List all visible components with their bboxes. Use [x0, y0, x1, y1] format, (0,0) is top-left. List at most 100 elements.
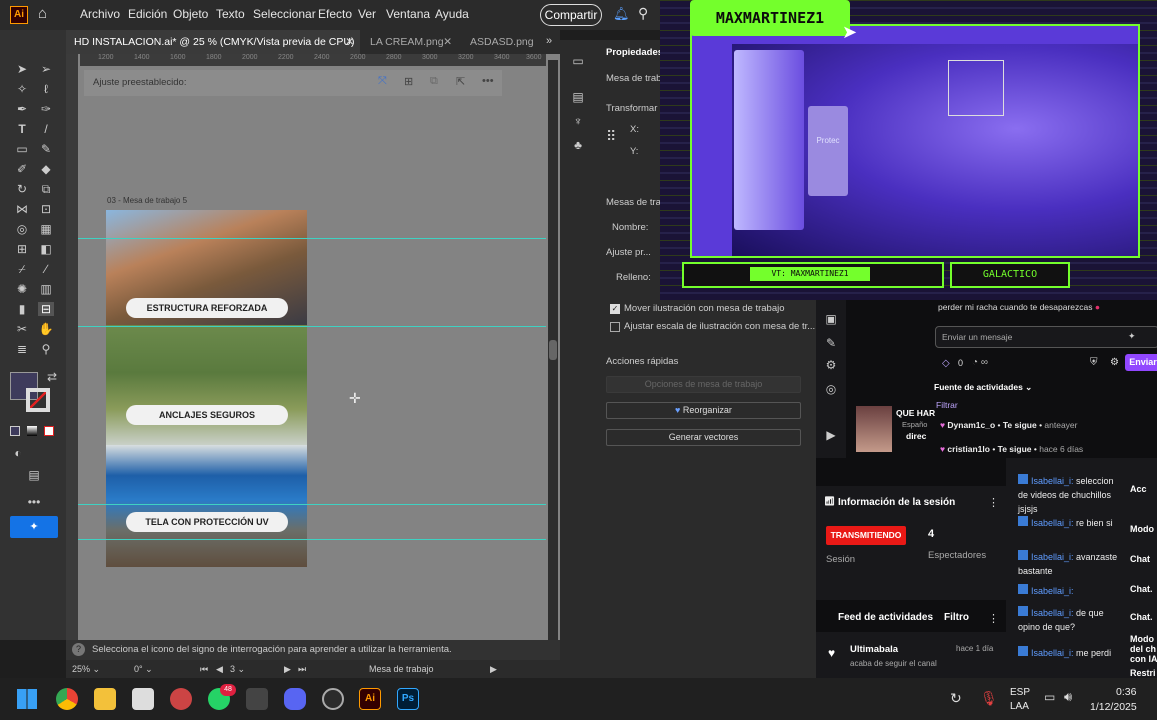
volume-icon[interactable]: 🔊︎ [1064, 689, 1072, 705]
chat-input[interactable]: Enviar un mensaje ✦ [935, 326, 1157, 348]
line-tool-icon[interactable]: / [38, 122, 54, 136]
hand-tool-icon[interactable]: ✋ [38, 322, 54, 336]
pen-tool-icon[interactable]: ✒ [14, 102, 30, 116]
chat-message[interactable]: Isabellai_i: [1018, 584, 1118, 598]
mod-option[interactable]: Chat. [1130, 612, 1157, 622]
menu-ventana[interactable]: Ventana [386, 7, 430, 21]
properties-title[interactable]: Propiedades [606, 47, 663, 58]
mod-option[interactable]: Chat. [1130, 584, 1157, 594]
stroke-swatch[interactable] [26, 388, 50, 412]
chat-message[interactable]: Isabellai_i: avanzaste bastante [1018, 550, 1118, 578]
menu-archivo[interactable]: Archivo [80, 7, 120, 21]
menu-ayuda[interactable]: Ayuda [435, 7, 469, 21]
selection-tool-icon[interactable]: ➤ [14, 62, 30, 76]
notepad-icon[interactable] [132, 688, 154, 710]
menu-ver[interactable]: Ver [358, 7, 376, 21]
scale-artwork-checkbox[interactable] [610, 322, 620, 332]
activity-feed-header[interactable]: Fuente de actividades ⌄ [934, 382, 1032, 393]
zoom-tool-icon[interactable]: ⚲ [38, 342, 54, 356]
more-icon[interactable]: ⋮ [988, 496, 999, 509]
tab-asdasd[interactable]: ASDASD.png [462, 30, 542, 54]
lang-variant[interactable]: LAA [1010, 701, 1029, 712]
feed-filter[interactable]: Filtro [944, 612, 969, 623]
libraries-icon[interactable]: ▤ [570, 90, 586, 104]
export-icon[interactable]: ⇱ [456, 75, 465, 88]
scroll-thumb[interactable] [549, 340, 557, 360]
chrome-icon[interactable] [56, 688, 78, 710]
magic-wand-icon[interactable]: ✧ [14, 82, 30, 96]
clock-time[interactable]: 0:36 [1116, 686, 1136, 698]
calculator-icon[interactable] [246, 688, 268, 710]
magic-icon[interactable]: ✦ [1128, 331, 1136, 342]
zoom-select[interactable]: 25% ⌄ [72, 660, 100, 678]
width-tool-icon[interactable]: ⋈ [14, 202, 30, 216]
guide-line[interactable] [78, 504, 546, 505]
canvas-scrollbar[interactable] [548, 60, 558, 640]
rectangle-tool-icon[interactable]: ▭ [14, 142, 30, 156]
color-mode-icons[interactable] [10, 426, 58, 438]
direct-selection-tool-icon[interactable]: ➢ [38, 62, 54, 76]
compass-icon[interactable]: ◎ [823, 382, 839, 396]
rotate-icon[interactable]: ↻ [14, 182, 30, 196]
close-icon[interactable]: ✕ [345, 30, 354, 54]
symbols-icon[interactable]: ♣ [570, 138, 586, 152]
clock-date[interactable]: 1/12/2025 [1090, 701, 1137, 713]
mod-option[interactable]: Acc [1130, 484, 1157, 494]
puppet-icon[interactable]: ♆ [570, 114, 586, 128]
screen-mode-icon[interactable]: ▤ [26, 468, 42, 482]
send-button[interactable]: Enviar [1125, 354, 1157, 371]
eraser-icon[interactable]: ◆ [38, 162, 54, 176]
share-button[interactable]: Compartir [540, 4, 602, 26]
align-icon[interactable]: ≣ [14, 342, 30, 356]
page-select[interactable]: 3 ⌄ [230, 660, 245, 678]
move-artwork-checkbox[interactable]: ✓ [610, 304, 620, 314]
chat-message[interactable]: Isabellai_i: re bien si [1018, 516, 1118, 530]
pin-icon[interactable]: ✎ [823, 336, 839, 350]
windows-start-icon[interactable] [17, 689, 37, 709]
event-row[interactable]: ♥ cristian1lo • Te sigue • hace 6 días [940, 444, 1083, 454]
rearrange-button[interactable]: ♥ Reorganizar [606, 402, 801, 419]
comments-icon[interactable]: ▭ [570, 54, 586, 68]
menu-seleccionar[interactable]: Seleccionar [253, 7, 316, 21]
more-options-icon[interactable]: ••• [482, 75, 494, 87]
app-icon[interactable] [170, 688, 192, 710]
chat-user[interactable]: Isabellai_i: [1031, 586, 1074, 596]
follower-name[interactable]: Ultimabala [850, 644, 898, 655]
artboard[interactable]: ESTRUCTURA REFORZADA ANCLAJES SEGUROS TE… [106, 210, 307, 567]
obs-icon[interactable] [322, 688, 344, 710]
graph-tool-icon[interactable]: ▥ [38, 282, 54, 296]
guide-line[interactable] [78, 326, 546, 327]
sync-icon[interactable]: ↻ [950, 690, 962, 707]
chat-message[interactable]: Isabellai_i: de que opino de que? [1018, 606, 1118, 634]
bar-graph-icon[interactable]: ▮ [14, 302, 30, 316]
last-page-icon[interactable]: ⏭ [298, 660, 306, 678]
mod-option[interactable]: Modo [1130, 524, 1157, 534]
play-icon[interactable]: ▶ [490, 660, 497, 678]
artboard-label[interactable]: 03 - Mesa de trabajo 5 [107, 196, 187, 205]
artboard-tool-icon[interactable]: ⊟ [38, 302, 54, 316]
event-row[interactable]: ♥ Dynam1c_o • Te sigue • anteayer [940, 420, 1078, 430]
menu-edicion[interactable]: Edición [128, 7, 167, 21]
scale-icon[interactable]: ⧉ [38, 182, 54, 196]
bell-icon[interactable]: 🔔︎ [613, 6, 630, 22]
menu-texto[interactable]: Texto [216, 7, 245, 21]
gear-icon[interactable]: ⚙ [823, 358, 839, 372]
settings-icon[interactable]: ⚙ [1110, 357, 1119, 368]
lang-code[interactable]: ESP [1010, 687, 1030, 698]
mic-icon[interactable]: 🎙︎ [980, 690, 998, 707]
first-page-icon[interactable]: ⏮ [200, 660, 208, 678]
gradient-icon[interactable]: ◧ [38, 242, 54, 256]
perspective-icon[interactable]: ▦ [38, 222, 54, 236]
mod-option[interactable]: Chat [1130, 554, 1157, 564]
filter-link[interactable]: Filtrar [936, 400, 958, 410]
more-tools-icon[interactable]: ••• [26, 495, 42, 509]
reference-point-icon[interactable]: ⠿ [606, 128, 616, 145]
chat-user[interactable]: Isabellai_i: [1031, 518, 1074, 528]
eyedropper-icon[interactable]: ⌿ [14, 262, 30, 276]
menu-efecto[interactable]: Efecto [318, 7, 352, 21]
draw-mode-icon[interactable]: ◐ [10, 446, 26, 460]
blend-icon[interactable]: ∕ [38, 262, 54, 276]
illustrator-logo[interactable]: Ai [10, 6, 28, 24]
more-icon[interactable]: ⋮ [988, 612, 999, 625]
chat-message[interactable]: Isabellai_i: seleccion de videos de chuc… [1018, 474, 1118, 516]
